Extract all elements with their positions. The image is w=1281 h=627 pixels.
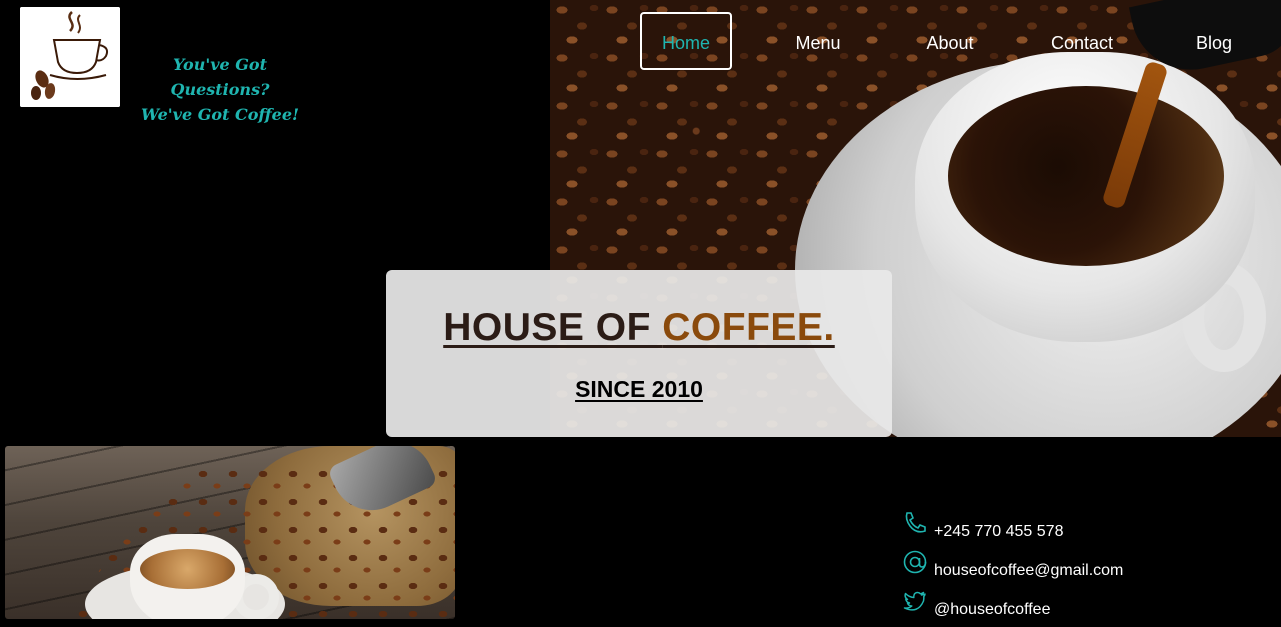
contact-email-text: houseofcoffee@gmail.com: [934, 562, 1124, 579]
title-main: HOUSE OF: [443, 306, 663, 349]
nav-home[interactable]: Home: [640, 12, 732, 70]
nav-about[interactable]: About: [904, 12, 996, 70]
nav-blog[interactable]: Blog: [1168, 12, 1260, 70]
main-nav: Home Menu About Contact Blog: [640, 12, 1260, 74]
title-accent: COFFEE.: [662, 306, 835, 349]
phone-icon: [905, 512, 926, 533]
tagline-line-1: You've Got Questions?: [170, 55, 270, 99]
contact-twitter-text: @houseofcoffee: [934, 601, 1051, 618]
logo[interactable]: [20, 7, 120, 107]
coffee-surface: [948, 86, 1224, 266]
nav-contact[interactable]: Contact: [1036, 12, 1128, 70]
title-card: HOUSE OF COFFEE. SINCE 2010: [386, 270, 892, 437]
nav-menu[interactable]: Menu: [772, 12, 864, 70]
at-sign-icon: [903, 550, 927, 574]
page-subtitle: SINCE 2010: [575, 376, 703, 402]
twitter-icon: [903, 591, 926, 611]
page-title: HOUSE OF COFFEE.: [386, 270, 892, 350]
contact-phone[interactable]: +245 770 455 578: [902, 510, 1202, 549]
contact-list: +245 770 455 578 houseofcoffee@gmail.com…: [902, 510, 1202, 627]
coffee-sack-photo: [5, 446, 455, 619]
coffee-cup-logo-icon: [20, 7, 120, 107]
contact-email[interactable]: houseofcoffee@gmail.com: [902, 549, 1202, 588]
espresso-surface: [140, 549, 235, 589]
contact-twitter[interactable]: @houseofcoffee: [902, 588, 1202, 627]
contact-phone-text: +245 770 455 578: [934, 523, 1064, 540]
tagline: You've Got Questions? We've Got Coffee!: [140, 52, 300, 127]
tagline-line-2: We've Got Coffee!: [140, 105, 300, 124]
